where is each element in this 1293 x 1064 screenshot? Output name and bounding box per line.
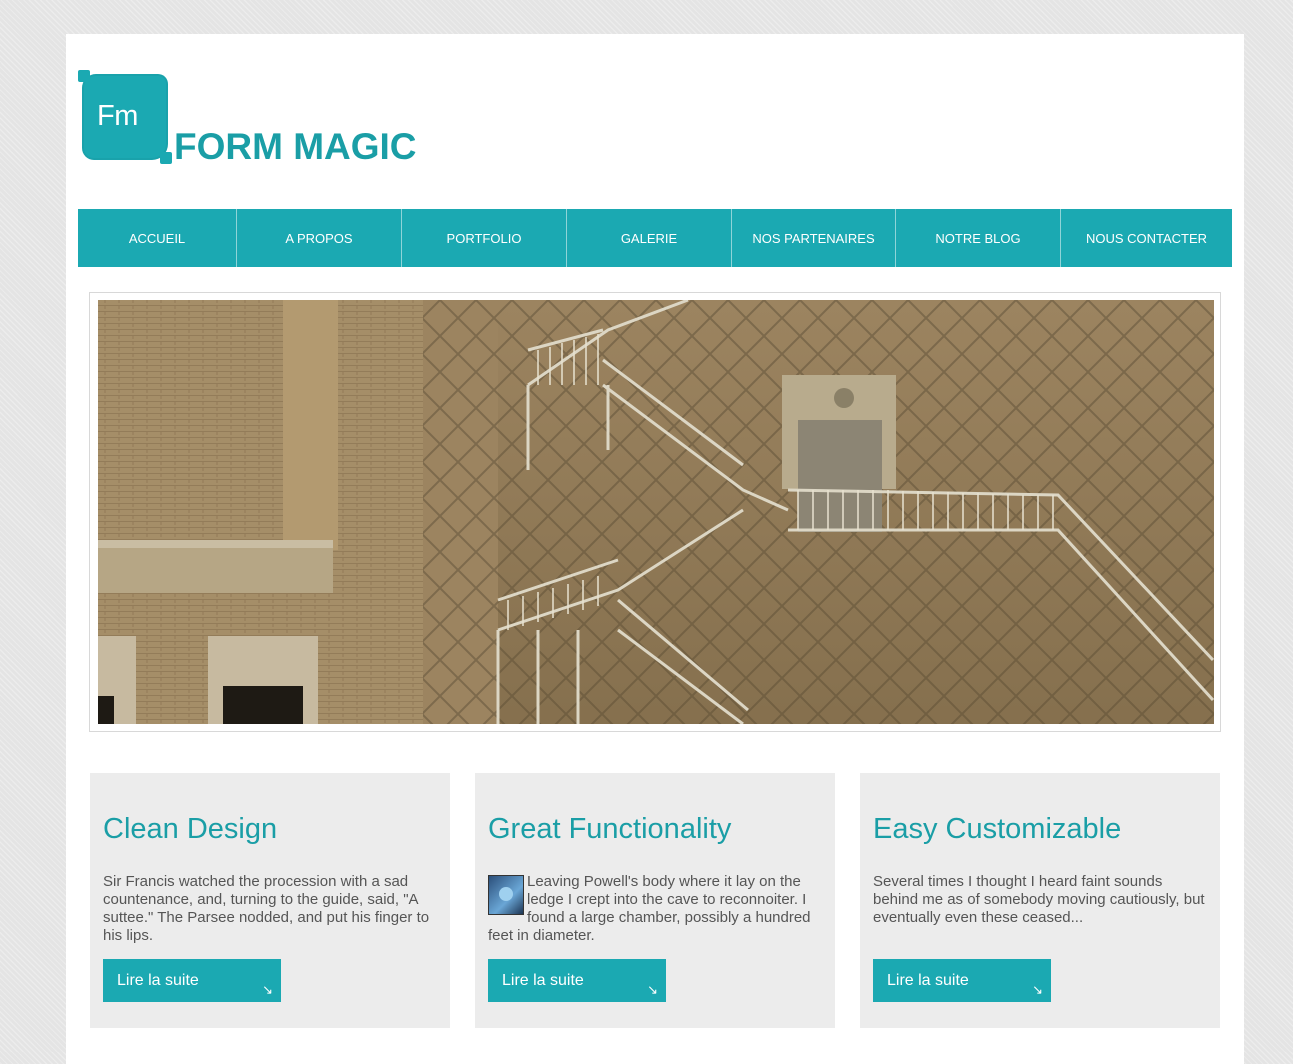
nav-item-nos-partenaires[interactable]: NOS PARTENAIRES [732, 209, 896, 267]
nav-item-a-propos[interactable]: A PROPOS [237, 209, 402, 267]
nav-item-nous-contacter[interactable]: NOUS CONTACTER [1061, 209, 1232, 267]
feature-card-easy-customizable: Easy Customizable Several times I though… [860, 773, 1220, 1028]
read-more-label: Lire la suite [887, 972, 969, 989]
hero-image [98, 300, 1214, 724]
nav-item-accueil[interactable]: ACCUEIL [78, 209, 237, 267]
feature-title: Easy Customizable [873, 813, 1122, 845]
document-thumbnail-icon [488, 875, 524, 915]
read-more-button[interactable]: Lire la suite ↘ [488, 959, 666, 1002]
feature-text: Leaving Powell's body where it lay on th… [488, 873, 811, 944]
feature-text: Several times I thought I heard faint so… [873, 873, 1205, 926]
logo[interactable]: Fm [78, 70, 172, 164]
read-more-label: Lire la suite [502, 972, 584, 989]
arrow-down-right-icon: ↘ [647, 982, 658, 997]
hero-frame [89, 292, 1221, 732]
brand-name[interactable]: FORM MAGIC [174, 126, 417, 168]
read-more-label: Lire la suite [117, 972, 199, 989]
main-nav: ACCUEIL A PROPOS PORTFOLIO GALERIE NOS P… [78, 209, 1232, 267]
arrow-down-right-icon: ↘ [262, 982, 273, 997]
feature-text: Sir Francis watched the procession with … [103, 873, 430, 944]
feature-title: Clean Design [103, 813, 278, 845]
nav-item-galerie[interactable]: GALERIE [567, 209, 732, 267]
arrow-down-right-icon: ↘ [1032, 982, 1043, 997]
read-more-button[interactable]: Lire la suite ↘ [103, 959, 281, 1002]
read-more-button[interactable]: Lire la suite ↘ [873, 959, 1051, 1002]
feature-card-clean-design: Clean Design Sir Francis watched the pro… [90, 773, 450, 1028]
feature-text-wrap: Leaving Powell's body where it lay on th… [488, 873, 823, 945]
logo-mark: Fm [97, 100, 138, 132]
feature-card-great-functionality: Great Functionality Leaving Powell's bod… [475, 773, 835, 1028]
nav-item-portfolio[interactable]: PORTFOLIO [402, 209, 567, 267]
page-container: Fm FORM MAGIC ACCUEIL A PROPOS PORTFOLIO… [66, 34, 1244, 1064]
nav-item-notre-blog[interactable]: NOTRE BLOG [896, 209, 1061, 267]
feature-title: Great Functionality [488, 813, 732, 845]
